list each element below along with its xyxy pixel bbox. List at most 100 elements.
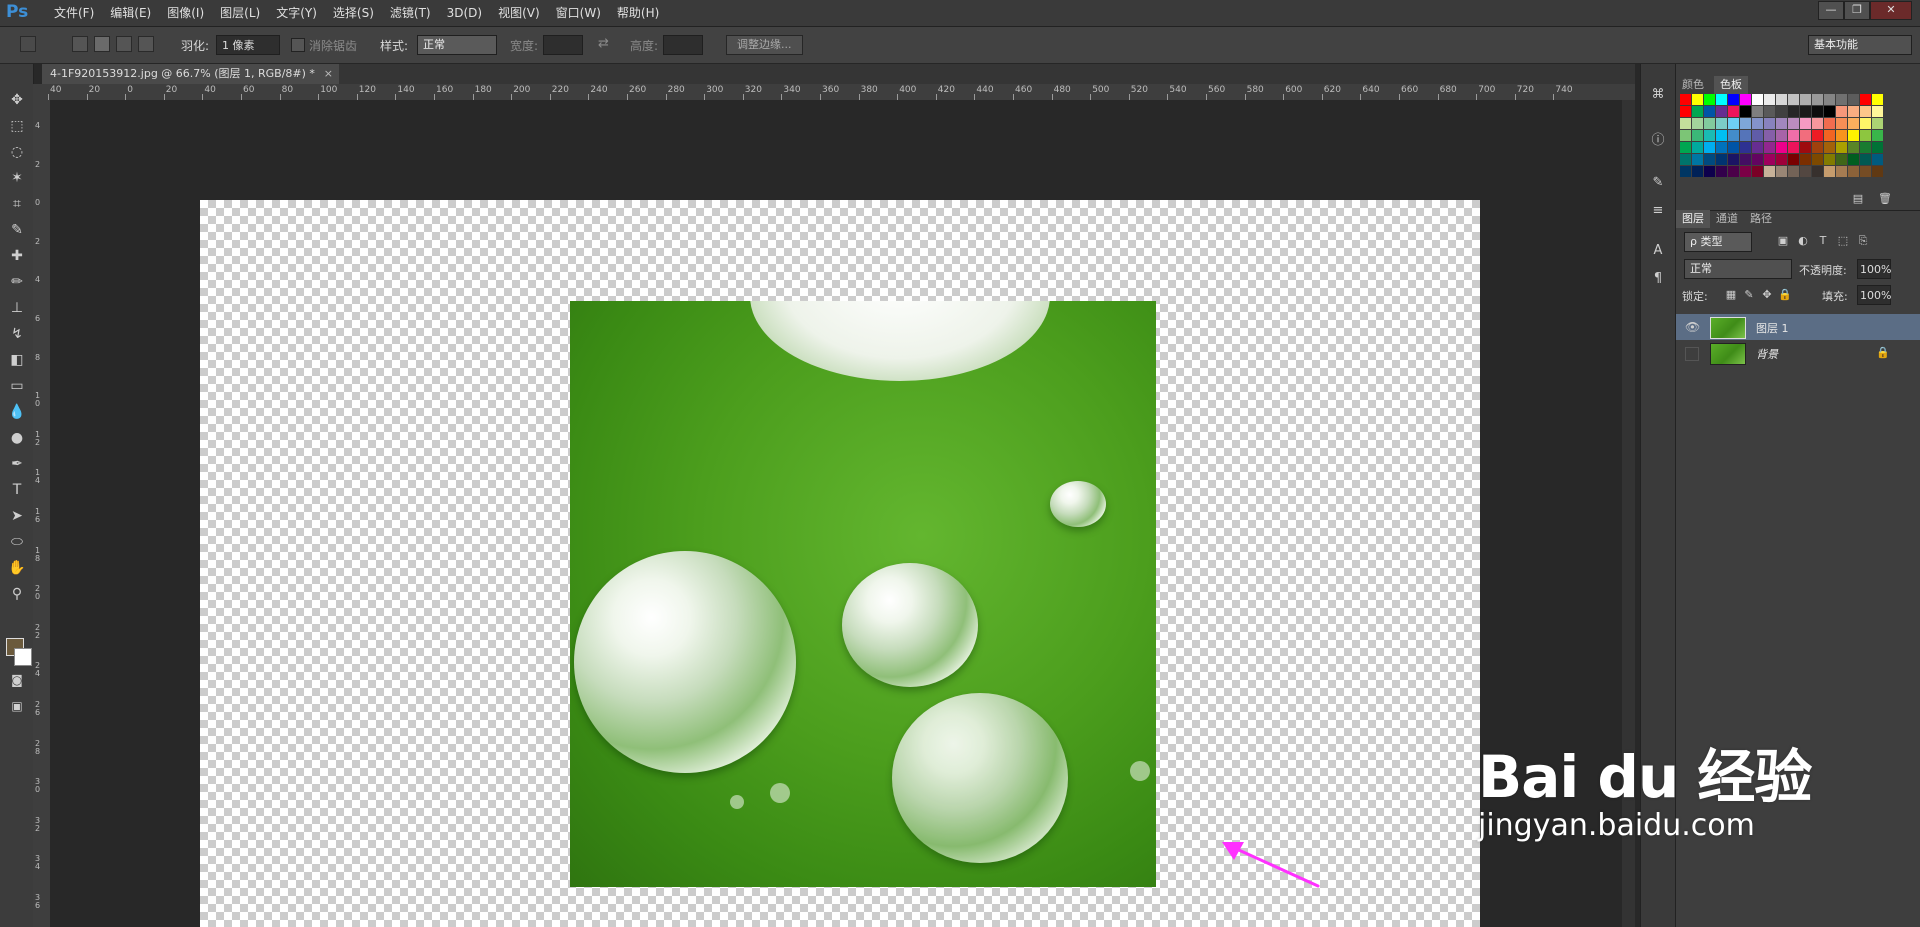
- restore-button[interactable]: ❐: [1844, 1, 1870, 20]
- color-swatch[interactable]: [1764, 130, 1775, 141]
- feather-input[interactable]: 1 像素: [216, 35, 280, 55]
- color-swatch[interactable]: [1836, 142, 1847, 153]
- color-swatch[interactable]: [1776, 142, 1787, 153]
- color-swatch[interactable]: [1860, 106, 1871, 117]
- color-swatch[interactable]: [1776, 118, 1787, 129]
- color-swatch[interactable]: [1740, 106, 1751, 117]
- color-swatch[interactable]: [1692, 130, 1703, 141]
- color-swatch[interactable]: [1716, 106, 1727, 117]
- visibility-eye-icon[interactable]: 👁: [1685, 320, 1700, 334]
- filter-pixel-icon[interactable]: ▣: [1776, 234, 1790, 248]
- color-swatch[interactable]: [1836, 154, 1847, 165]
- color-swatch[interactable]: [1812, 142, 1823, 153]
- color-swatch[interactable]: [1704, 94, 1715, 105]
- tab-layers[interactable]: 图层: [1676, 210, 1710, 228]
- color-swatch[interactable]: [1764, 142, 1775, 153]
- color-swatch[interactable]: [1788, 118, 1799, 129]
- ellipse-tool-icon[interactable]: ⬭: [6, 532, 28, 552]
- delete-swatch-icon[interactable]: 🗑: [1878, 192, 1892, 206]
- color-swatch[interactable]: [1680, 142, 1691, 153]
- menu-3d[interactable]: 3D(D): [439, 0, 490, 26]
- color-swatch[interactable]: [1680, 154, 1691, 165]
- color-swatch[interactable]: [1812, 118, 1823, 129]
- color-swatch[interactable]: [1836, 118, 1847, 129]
- color-swatch[interactable]: [1716, 118, 1727, 129]
- menu-file[interactable]: 文件(F): [46, 0, 102, 26]
- layer-row-background[interactable]: 背景 🔒: [1676, 340, 1920, 366]
- eyedropper-tool-icon[interactable]: ✎: [6, 220, 28, 240]
- tab-color[interactable]: 颜色: [1676, 76, 1710, 94]
- brush-panel-icon[interactable]: ✎: [1650, 176, 1666, 190]
- color-swatch[interactable]: [1692, 118, 1703, 129]
- color-swatch[interactable]: [1860, 142, 1871, 153]
- lock-transparent-icon[interactable]: ▦: [1724, 288, 1738, 302]
- color-swatch[interactable]: [1848, 142, 1859, 153]
- color-swatch[interactable]: [1716, 94, 1727, 105]
- filter-type-icon[interactable]: T: [1816, 234, 1830, 248]
- paragraph-panel-icon[interactable]: ¶: [1650, 272, 1666, 286]
- tab-channels[interactable]: 通道: [1710, 210, 1744, 228]
- tab-swatches[interactable]: 色板: [1714, 76, 1748, 94]
- menu-edit[interactable]: 编辑(E): [102, 0, 159, 26]
- subtract-selection-icon[interactable]: [116, 36, 132, 52]
- color-swatch[interactable]: [1788, 106, 1799, 117]
- layer-row-1[interactable]: 👁 图层 1: [1676, 314, 1920, 340]
- color-swatch[interactable]: [1728, 130, 1739, 141]
- height-input[interactable]: [663, 35, 703, 55]
- color-swatch[interactable]: [1776, 154, 1787, 165]
- color-swatch[interactable]: [1812, 130, 1823, 141]
- color-swatch[interactable]: [1740, 166, 1751, 177]
- lock-position-icon[interactable]: ✥: [1760, 288, 1774, 302]
- color-swatch[interactable]: [1752, 106, 1763, 117]
- marquee-preset-icon[interactable]: [20, 36, 36, 52]
- color-swatch[interactable]: [1740, 118, 1751, 129]
- color-swatch[interactable]: [1752, 130, 1763, 141]
- color-swatch[interactable]: [1836, 166, 1847, 177]
- color-swatch[interactable]: [1872, 142, 1883, 153]
- color-swatch[interactable]: [1800, 154, 1811, 165]
- zoom-tool-icon[interactable]: ⚲: [6, 584, 28, 604]
- color-swatch[interactable]: [1716, 142, 1727, 153]
- layer-name[interactable]: 图层 1: [1756, 320, 1789, 336]
- color-swatch[interactable]: [1740, 94, 1751, 105]
- color-swatch[interactable]: [1860, 130, 1871, 141]
- color-swatch[interactable]: [1752, 142, 1763, 153]
- color-swatch[interactable]: [1680, 166, 1691, 177]
- document-tab[interactable]: 4-1F920153912.jpg @ 66.7% (图层 1, RGB/8#)…: [42, 64, 339, 84]
- color-swatch[interactable]: [1872, 106, 1883, 117]
- color-swatch[interactable]: [1740, 154, 1751, 165]
- color-swatch[interactable]: [1716, 154, 1727, 165]
- background-color-swatch[interactable]: [14, 648, 32, 666]
- style-select[interactable]: 正常: [417, 35, 497, 55]
- color-swatch[interactable]: [1824, 118, 1835, 129]
- color-swatch[interactable]: [1860, 154, 1871, 165]
- color-swatch[interactable]: [1728, 106, 1739, 117]
- color-swatch[interactable]: [1764, 154, 1775, 165]
- character-panel-icon[interactable]: A: [1650, 244, 1666, 258]
- lock-all-icon[interactable]: 🔒: [1778, 288, 1792, 302]
- pen-tool-icon[interactable]: ✒: [6, 454, 28, 474]
- color-swatch[interactable]: [1812, 166, 1823, 177]
- color-swatch[interactable]: [1824, 166, 1835, 177]
- color-swatch[interactable]: [1776, 166, 1787, 177]
- close-tab-icon[interactable]: ×: [324, 64, 333, 84]
- color-swatch[interactable]: [1740, 142, 1751, 153]
- color-swatch[interactable]: [1788, 154, 1799, 165]
- layer-filter-kind-select[interactable]: ρ 类型: [1684, 232, 1752, 252]
- color-swatch[interactable]: [1728, 166, 1739, 177]
- screen-mode-icon[interactable]: ▣: [6, 696, 28, 716]
- color-swatch[interactable]: [1680, 106, 1691, 117]
- color-swatch[interactable]: [1800, 94, 1811, 105]
- width-input[interactable]: [543, 35, 583, 55]
- close-window-button[interactable]: ✕: [1870, 1, 1912, 20]
- color-swatch[interactable]: [1812, 106, 1823, 117]
- blur-tool-icon[interactable]: 💧: [6, 402, 28, 422]
- dodge-tool-icon[interactable]: ●: [6, 428, 28, 448]
- menu-type[interactable]: 文字(Y): [268, 0, 325, 26]
- info-panel-icon[interactable]: ⓘ: [1650, 134, 1666, 148]
- visibility-hidden-box[interactable]: [1685, 347, 1699, 361]
- color-swatch[interactable]: [1848, 130, 1859, 141]
- tab-paths[interactable]: 路径: [1744, 210, 1778, 228]
- color-swatch[interactable]: [1692, 106, 1703, 117]
- adjustments-panel-icon[interactable]: ≡: [1650, 204, 1666, 218]
